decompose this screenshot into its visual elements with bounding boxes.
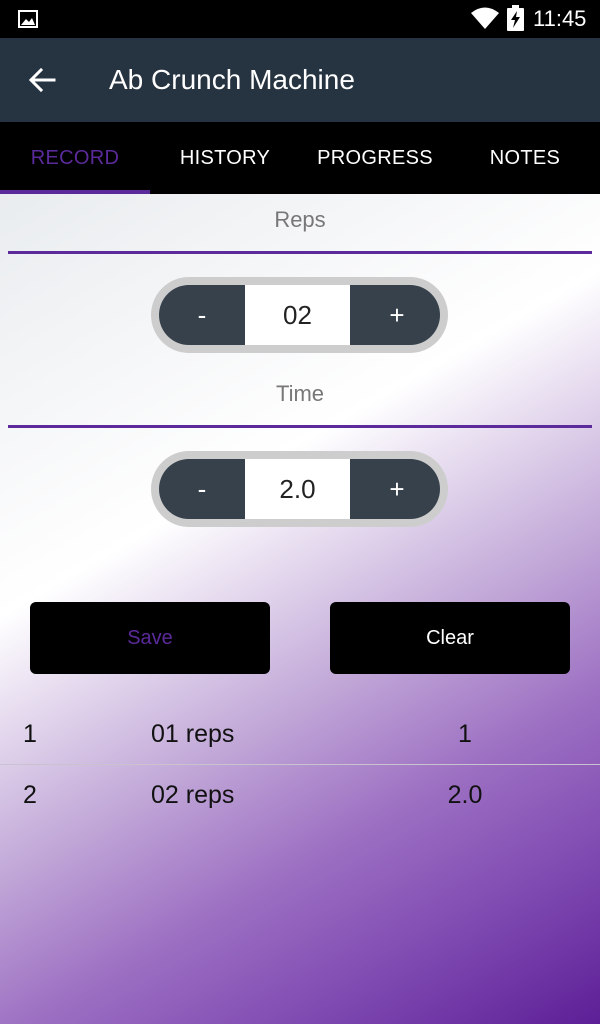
time-label: Time	[275, 381, 325, 406]
log-time: 2.0	[447, 781, 483, 809]
time-stepper: - +	[151, 451, 448, 527]
arrow-left-icon	[28, 67, 56, 93]
log-time: 1	[458, 720, 472, 748]
log-row[interactable]: 1 01 reps 1	[0, 704, 600, 765]
status-bar: 11:45	[0, 0, 600, 38]
reps-increment-button[interactable]: +	[354, 285, 440, 345]
time-divider	[8, 425, 592, 428]
status-clock: 11:45	[533, 6, 587, 31]
time-increment-button[interactable]: +	[354, 459, 440, 519]
log-reps: 02 reps	[151, 781, 235, 809]
reps-decrement-button[interactable]: -	[159, 285, 245, 345]
reps-stepper: - +	[151, 277, 448, 353]
time-input[interactable]	[245, 459, 350, 519]
tab-history[interactable]: HISTORY	[150, 122, 300, 194]
wifi-icon	[471, 7, 499, 29]
record-panel: Reps - + Time - + Save Clear 1 01 reps 1…	[0, 194, 600, 1024]
page-title: Ab Crunch Machine	[109, 64, 355, 95]
image-notification-icon	[18, 10, 38, 28]
tab-bar: RECORD HISTORY PROGRESS NOTES	[0, 122, 600, 194]
log-set-number: 2	[23, 781, 37, 809]
reps-input[interactable]	[245, 285, 350, 345]
tab-progress[interactable]: PROGRESS	[300, 122, 450, 194]
log-row[interactable]: 2 02 reps 2.0	[0, 765, 600, 826]
reps-divider	[8, 251, 592, 254]
tab-record[interactable]: RECORD	[0, 122, 150, 194]
log-set-number: 1	[23, 720, 37, 748]
tab-notes[interactable]: NOTES	[450, 122, 600, 194]
reps-label: Reps	[274, 207, 326, 232]
back-button[interactable]	[18, 58, 66, 102]
clear-button[interactable]: Clear	[330, 602, 570, 674]
log-reps: 01 reps	[151, 720, 235, 748]
battery-charging-icon	[507, 5, 524, 31]
time-decrement-button[interactable]: -	[159, 459, 245, 519]
save-button[interactable]: Save	[30, 602, 270, 674]
app-bar: Ab Crunch Machine	[0, 38, 600, 122]
